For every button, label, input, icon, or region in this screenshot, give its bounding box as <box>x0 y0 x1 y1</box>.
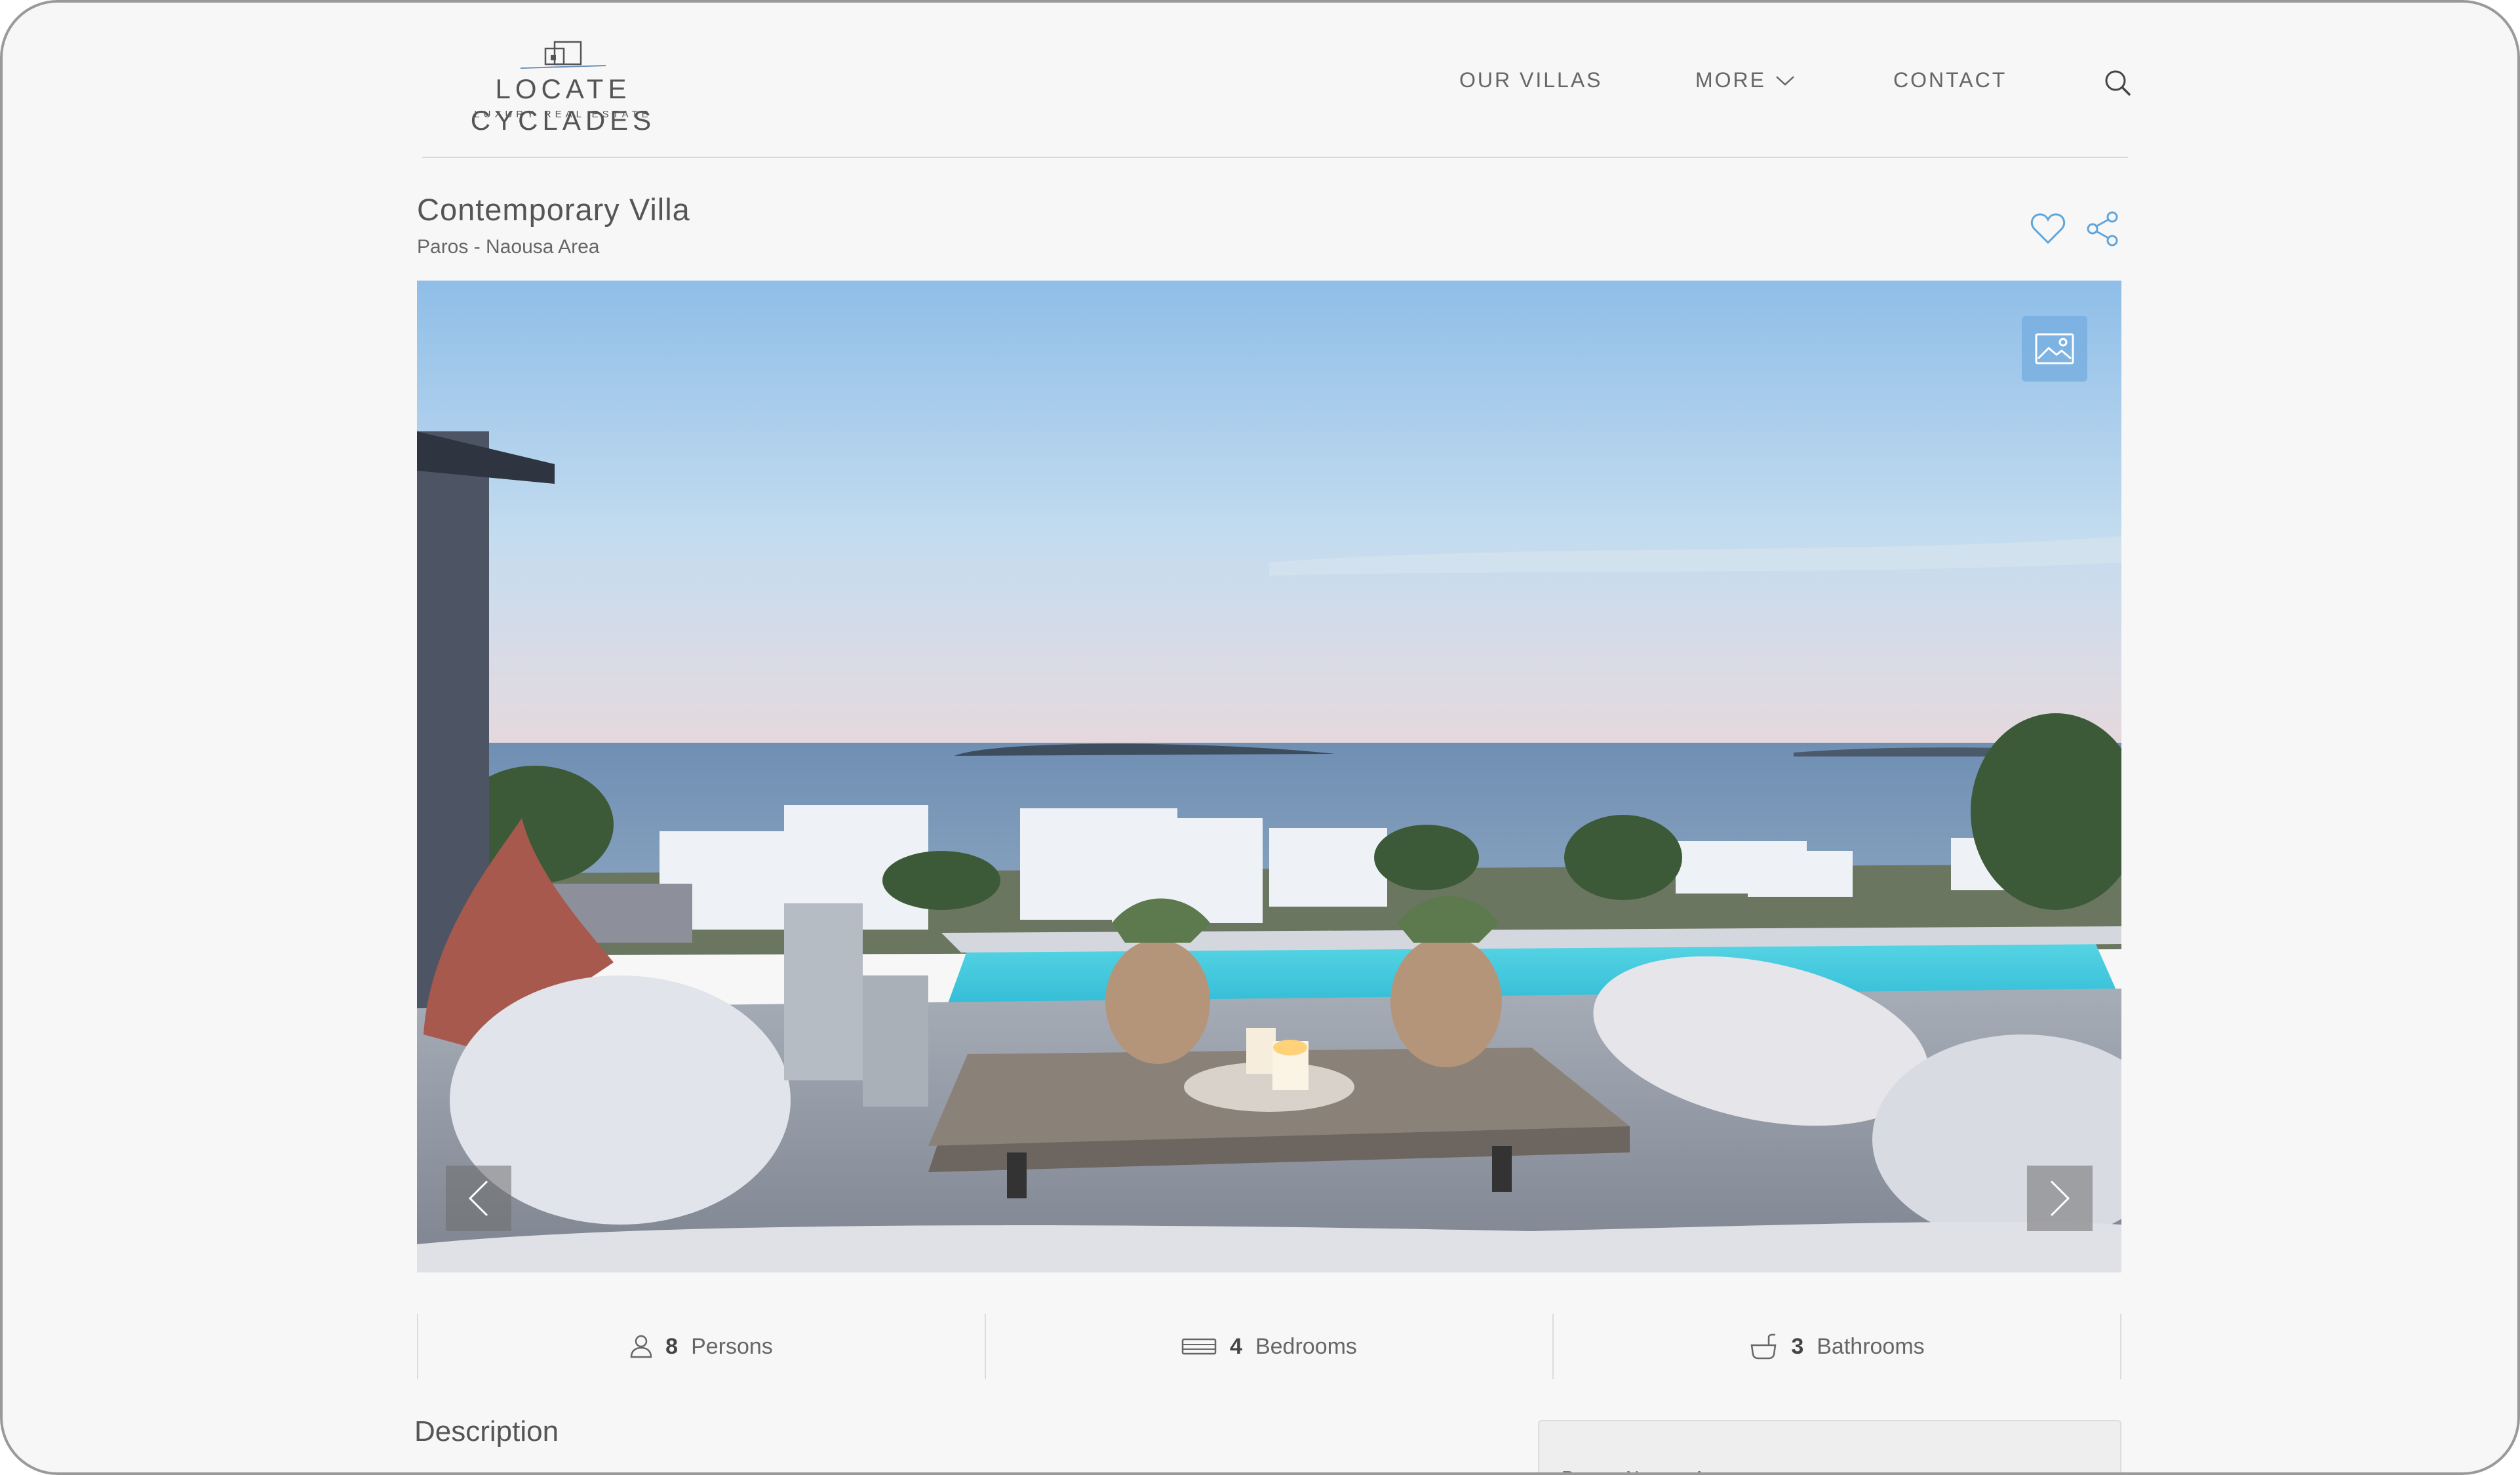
heart-icon[interactable] <box>2030 212 2066 245</box>
nav-more-label: MORE <box>1695 68 1766 92</box>
open-gallery-button[interactable] <box>2022 316 2087 382</box>
listing-location: Paros - Naousa Area <box>417 236 600 258</box>
gallery-icon <box>2035 333 2074 364</box>
stat-bathrooms-value: 3 <box>1791 1333 1804 1359</box>
stat-persons-value: 8 <box>665 1333 679 1359</box>
search-icon[interactable] <box>2103 68 2132 97</box>
next-photo-button[interactable] <box>2027 1166 2093 1231</box>
site-logo[interactable]: LOCATE CYCLADES LUXURY REAL ESTATE <box>422 35 704 136</box>
villa-terrace-photo <box>417 281 2121 1272</box>
stat-bedrooms-label: Bedrooms <box>1255 1333 1357 1359</box>
stat-persons-label: Persons <box>691 1333 773 1359</box>
person-icon <box>630 1335 652 1358</box>
previous-photo-button[interactable] <box>446 1166 511 1231</box>
bathtub-icon <box>1750 1333 1777 1360</box>
chevron-right-icon <box>2050 1180 2070 1217</box>
location-side-card: Paros - Naousa Area <box>1538 1420 2121 1472</box>
logo-mark-icon <box>521 41 606 69</box>
stat-bathrooms: 3 Bathrooms <box>1552 1314 2121 1379</box>
logo-title: LOCATE CYCLADES <box>470 73 656 136</box>
villa-stats: 8 Persons 4 Bedrooms 3 Bathrooms <box>417 1314 2121 1379</box>
listing-title: Contemporary Villa <box>417 192 690 227</box>
bed-icon <box>1181 1338 1217 1355</box>
chevron-down-icon <box>1776 75 1794 86</box>
share-icon[interactable] <box>2086 211 2119 246</box>
description-heading: Description <box>414 1415 559 1447</box>
nav-contact[interactable]: CONTACT <box>1893 68 2007 92</box>
stat-bedrooms-value: 4 <box>1230 1333 1242 1359</box>
stat-persons: 8 Persons <box>417 1314 985 1379</box>
header-divider <box>422 157 2128 158</box>
stat-bathrooms-label: Bathrooms <box>1817 1333 1925 1359</box>
logo-subtitle: LUXURY REAL ESTATE <box>474 109 652 120</box>
nav-more[interactable]: MORE <box>1695 68 1795 92</box>
browser-frame: LOCATE CYCLADES LUXURY REAL ESTATE OUR V… <box>0 0 2520 1475</box>
side-card-location: Paros - Naousa Area <box>1562 1467 1732 1472</box>
nav-our-villas[interactable]: OUR VILLAS <box>1459 68 1603 92</box>
stat-bedrooms: 4 Bedrooms <box>985 1314 1552 1379</box>
chevron-left-icon <box>468 1180 488 1217</box>
villa-photo-gallery[interactable] <box>417 281 2121 1272</box>
